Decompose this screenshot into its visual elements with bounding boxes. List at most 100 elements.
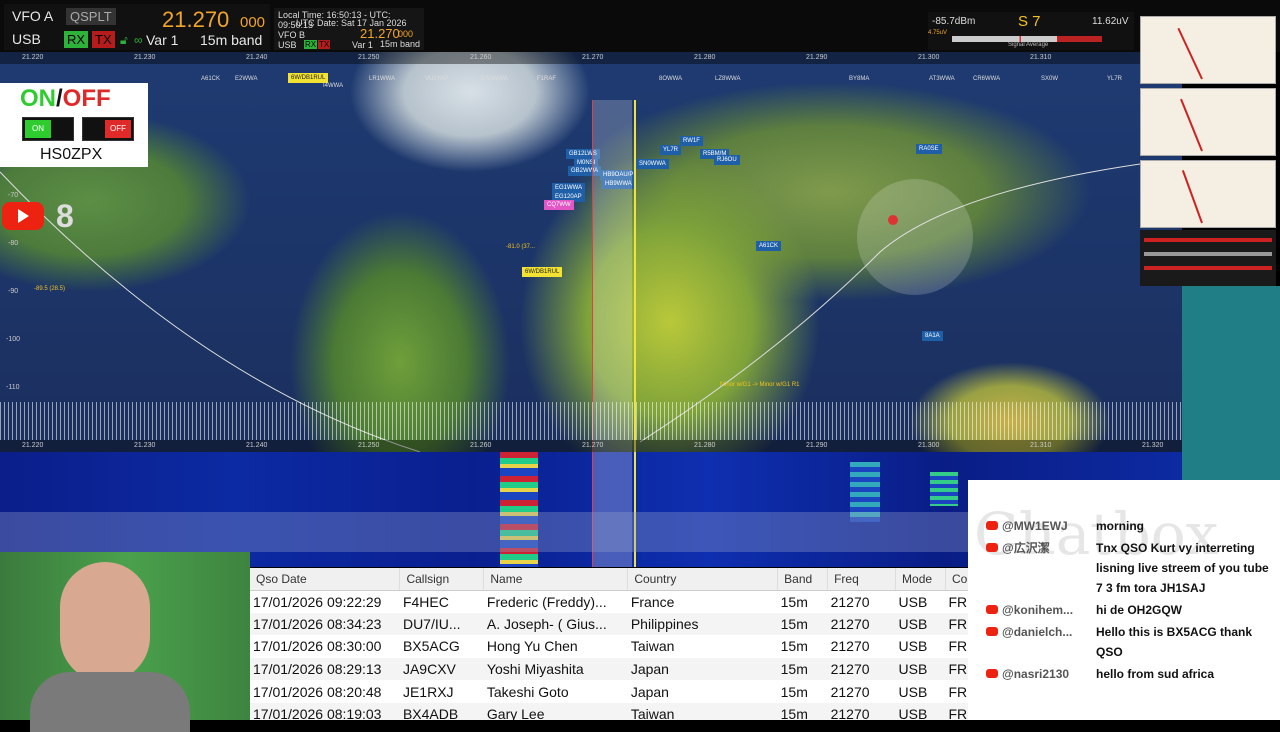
smeter-s-value: S 7 xyxy=(1018,13,1041,30)
table-cell: 15m xyxy=(777,612,828,636)
table-row[interactable]: 17/01/2026 08:29:13 JA9CXV Yoshi Miyashita… xyxy=(250,657,968,681)
off-button[interactable]: OFF xyxy=(105,120,131,138)
table-cell: Hong Yu Chen xyxy=(486,638,578,655)
spectrum-trace xyxy=(0,402,1182,440)
table-cell: 15m xyxy=(780,638,808,655)
chat-username[interactable]: @nasri2130 xyxy=(1002,667,1069,681)
youtube-icon xyxy=(986,521,998,531)
youtube-icon xyxy=(986,605,998,615)
top-status-bar: VFO A QSPLT 21.270 000 USB RX TX 🔓︎ ∞ Va… xyxy=(0,0,1280,52)
chat-username[interactable]: @広沢潔 xyxy=(1002,541,1050,555)
table-cell: Philippines xyxy=(627,612,778,636)
vfo-b-tx-button[interactable]: TX xyxy=(318,40,331,49)
table-row[interactable]: 17/01/2026 08:34:23 DU7/IU... A. Joseph- (… xyxy=(250,612,968,636)
scale-tick: 21.290 xyxy=(806,442,828,449)
table-cell: Taiwan xyxy=(627,702,778,720)
table-cell: Frederic (Freddy)... xyxy=(486,593,607,610)
vfo-b-rx-button[interactable]: RX xyxy=(304,40,318,49)
chat-username[interactable]: @danielch... xyxy=(1002,625,1072,639)
teal-panel xyxy=(1182,286,1280,480)
table-cell: 17/01/2026 09:22:29 xyxy=(253,593,382,610)
table-cell: 17/01/2026 08:34:23 xyxy=(250,612,400,636)
waterfall-signal xyxy=(930,472,958,506)
digital-meters xyxy=(1140,230,1276,286)
table-cell: USB xyxy=(895,702,946,720)
chat-message: @広沢潔 Tnx QSO Kurt vy interreting lisning … xyxy=(986,538,1276,598)
col-header[interactable]: Country xyxy=(627,568,779,591)
table-row[interactable]: 17/01/2026 08:20:48 JE1RXJ Takeshi Goto Jap… xyxy=(250,680,968,703)
table-cell: A. Joseph- ( Gius... xyxy=(483,612,628,636)
on-off-panel: ON/OFF ON OFF HS0ZPX xyxy=(0,83,148,167)
chat-username[interactable]: @konihem... xyxy=(1002,603,1073,617)
table-cell: F4HEC xyxy=(402,593,449,610)
scale-tick: 21.270 xyxy=(582,442,604,449)
analog-meter-3 xyxy=(1140,160,1276,228)
col-header[interactable]: Band xyxy=(777,568,829,591)
chat-text: hello from sud africa xyxy=(1096,667,1215,681)
spectrum-world-map[interactable]: 21.220 21.230 21.240 21.250 21.260 21.27… xyxy=(0,52,1182,452)
table-cell: Taiwan xyxy=(630,638,675,655)
table-row[interactable]: 17/01/2026 09:22:29 F4HEC Frederic (Freddy… xyxy=(250,590,968,613)
chatbox-panel[interactable]: Chatbox @MW1EWJ morning @広沢潔 Tnx QSO Kurt v… xyxy=(968,480,1280,720)
vfo-b-frequency-sub: 000 xyxy=(398,29,414,39)
table-cell: USB xyxy=(895,612,946,636)
table-cell: 21270 xyxy=(827,702,896,720)
vfo-a-band: 15m band xyxy=(200,32,263,48)
table-cell: 21270 xyxy=(830,593,870,610)
smeter-avg-label: Signal Average xyxy=(1008,42,1049,48)
link-icon[interactable]: ∞ xyxy=(134,33,143,47)
table-row[interactable]: 17/01/2026 08:30:00 BX5ACG Hong Yu Chen Tai… xyxy=(250,635,968,658)
table-cell: FR xyxy=(948,593,968,610)
table-cell: FR xyxy=(945,657,968,681)
table-cell: USB xyxy=(898,683,928,700)
scale-tick: 21.240 xyxy=(246,442,268,449)
smeter-uv-small: 4.75uV xyxy=(928,30,948,36)
qso-log-table[interactable]: Qso Date Callsign Name Country Band Freq… xyxy=(250,568,968,720)
vfo-a-mode[interactable]: USB xyxy=(12,31,41,47)
col-header[interactable]: Name xyxy=(483,568,629,591)
col-header[interactable]: Mode xyxy=(895,568,946,591)
vfo-b-mode[interactable]: USB xyxy=(278,40,297,50)
vfo-a-var: Var 1 xyxy=(146,32,179,48)
col-header[interactable]: Callsign xyxy=(399,568,485,591)
scale-tick: 21.310 xyxy=(1030,442,1052,449)
on-switch[interactable]: ON xyxy=(22,117,74,141)
chat-username[interactable]: @MW1EWJ xyxy=(1002,519,1068,533)
on-button[interactable]: ON xyxy=(25,120,51,138)
table-cell: 15m xyxy=(780,683,808,700)
table-cell: FR xyxy=(948,638,968,655)
vfo-a-frequency[interactable]: 21.270 xyxy=(162,7,229,33)
table-row[interactable]: 17/01/2026 08:19:03 BX4ADB Gary Lee Taiwan 1… xyxy=(250,702,968,720)
table-cell: USB xyxy=(895,657,946,681)
vfo-b-var: Var 1 xyxy=(352,40,373,50)
col-header[interactable]: Co xyxy=(945,568,968,591)
chat-message: @danielch... Hello this is BX5ACG thank Q… xyxy=(986,622,1276,662)
table-cell: Yoshi Miyashita xyxy=(483,657,628,681)
table-cell: Japan xyxy=(630,683,669,700)
chat-text: Tnx QSO Kurt vy interreting lisning live… xyxy=(1096,541,1269,595)
table-cell: 21270 xyxy=(827,657,896,681)
chat-messages: @MW1EWJ morning @広沢潔 Tnx QSO Kurt vy interr… xyxy=(986,516,1276,686)
table-cell: 15m xyxy=(780,593,808,610)
smeter-uv: 11.62uV xyxy=(1092,16,1129,27)
youtube-icon xyxy=(986,543,998,553)
off-switch[interactable]: OFF xyxy=(82,117,134,141)
qsplt-button[interactable]: QSPLT xyxy=(66,8,116,25)
table-cell: USB xyxy=(898,593,928,610)
s-meter: -85.7dBm S 7 11.62uV 4.75uV Signal Avera… xyxy=(928,12,1134,50)
lock-icon[interactable]: 🔓︎ xyxy=(120,33,128,48)
table-cell: USB xyxy=(898,638,928,655)
rx-button[interactable]: RX xyxy=(64,31,89,48)
vfo-b-label: VFO B xyxy=(278,30,306,40)
col-header[interactable]: Qso Date xyxy=(250,568,401,591)
scale-tick: 21.230 xyxy=(134,442,156,449)
scale-tick: 21.300 xyxy=(918,442,940,449)
table-cell: Gary Lee xyxy=(483,702,628,720)
callsign-label: HS0ZPX xyxy=(40,146,103,163)
col-header[interactable]: Freq xyxy=(827,568,897,591)
vfo-a-label: VFO A xyxy=(12,8,54,24)
slash-label: / xyxy=(56,85,63,112)
table-cell: 15m xyxy=(777,702,828,720)
tx-button[interactable]: TX xyxy=(92,31,115,48)
table-cell: JE1RXJ xyxy=(402,683,454,700)
